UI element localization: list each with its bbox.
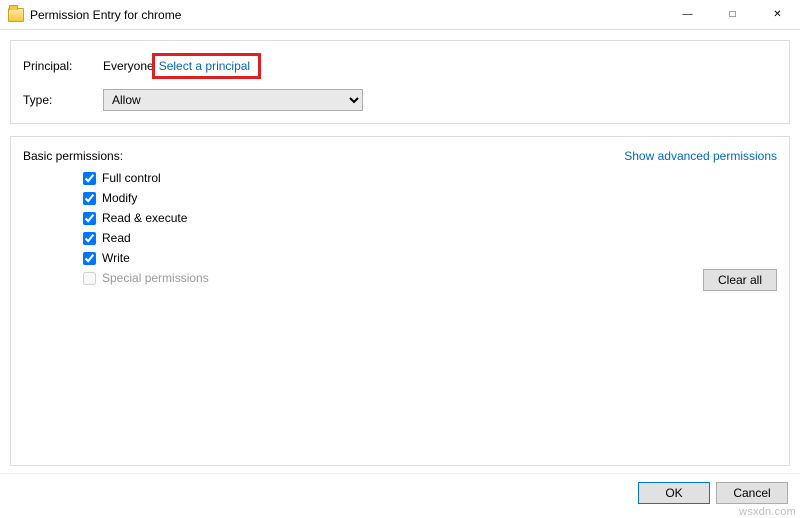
perm-label: Full control [102,171,161,185]
cancel-button[interactable]: Cancel [716,482,788,504]
ok-button[interactable]: OK [638,482,710,504]
perm-checkbox-modify[interactable] [83,192,96,205]
perm-label: Read & execute [102,211,187,225]
perm-checkbox-read[interactable] [83,232,96,245]
dialog-footer: OK Cancel [0,473,800,504]
type-label: Type: [23,93,103,107]
clear-all-button[interactable]: Clear all [703,269,777,291]
perm-checkbox-full-control[interactable] [83,172,96,185]
perm-label: Read [102,231,131,245]
principal-value: Everyone [103,59,154,73]
perm-checkbox-read-execute[interactable] [83,212,96,225]
principal-label: Principal: [23,59,103,73]
select-principal-highlight: Select a principal [152,53,261,79]
titlebar: Permission Entry for chrome ― □ ✕ [0,0,800,30]
type-select[interactable]: Allow [103,89,363,111]
perm-item-full-control[interactable]: Full control [83,169,777,187]
permissions-panel: Basic permissions: Show advanced permiss… [10,136,790,466]
perm-label: Modify [102,191,137,205]
close-button[interactable]: ✕ [755,0,800,29]
window-controls: ― □ ✕ [665,0,800,29]
folder-icon [8,8,24,22]
select-principal-link[interactable]: Select a principal [159,59,250,73]
window-title: Permission Entry for chrome [30,8,665,22]
maximize-button[interactable]: □ [710,0,755,29]
principal-type-panel: Principal: Everyone Select a principal T… [10,40,790,124]
perm-label: Special permissions [102,271,209,285]
perm-checkbox-special [83,272,96,285]
perm-item-special: Special permissions [83,269,777,287]
perm-label: Write [102,251,130,265]
minimize-button[interactable]: ― [665,0,710,29]
watermark: wsxdn.com [739,506,796,518]
show-advanced-link[interactable]: Show advanced permissions [624,149,777,163]
permissions-list: Full control Modify Read & execute Read … [23,169,777,287]
perm-item-modify[interactable]: Modify [83,189,777,207]
perm-checkbox-write[interactable] [83,252,96,265]
perm-item-write[interactable]: Write [83,249,777,267]
perm-item-read-execute[interactable]: Read & execute [83,209,777,227]
basic-permissions-header: Basic permissions: [23,149,123,163]
perm-item-read[interactable]: Read [83,229,777,247]
